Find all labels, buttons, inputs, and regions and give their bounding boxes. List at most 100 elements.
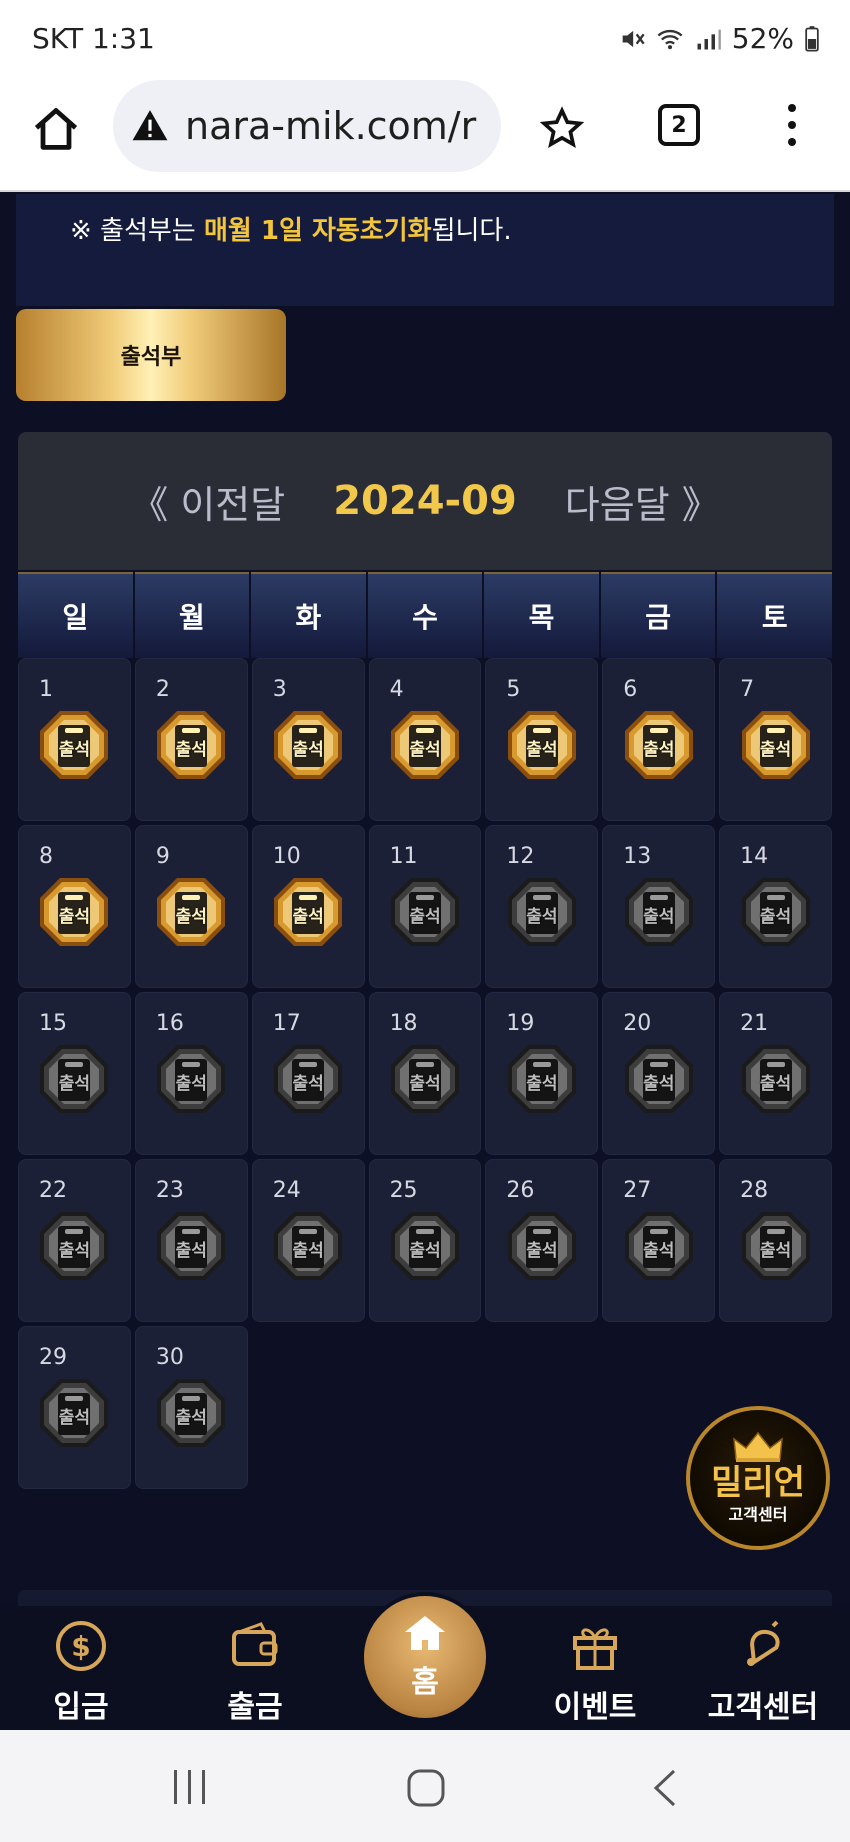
browser-home-icon[interactable]	[30, 104, 82, 156]
day-number: 2	[155, 677, 170, 702]
nav-support-label: 고객센터	[707, 1690, 819, 1725]
address-bar[interactable]: nara-mik.com/r	[113, 80, 501, 172]
attendance-stamp-grey-icon: 출석	[740, 876, 812, 948]
calendar-day-cell: 19 출석	[485, 992, 599, 1155]
notice-text: ※ 출석부는 매월 1일 자동초기화됩니다.	[70, 210, 512, 247]
attendance-badge-label: 출석	[526, 1241, 558, 1261]
calendar-header: 《 이전달 2024-09 다음달 》	[18, 432, 832, 570]
attendance-stamp-grey-icon: 출석	[740, 1210, 812, 1282]
calendar-day-cell: 3 출석	[251, 658, 365, 821]
overflow-menu-icon[interactable]	[786, 104, 798, 150]
attendance-badge-label: 출석	[643, 1074, 675, 1094]
attendance-stamp-gold-icon: 출석	[506, 709, 578, 781]
android-home-icon[interactable]	[406, 1768, 446, 1808]
day-number: 25	[389, 1178, 418, 1203]
prev-month-link[interactable]: 《 이전달	[130, 474, 285, 529]
million-support-button[interactable]: 밀리언 고객센터	[686, 1406, 830, 1550]
wifi-icon	[657, 29, 683, 49]
calendar-day-cell: 26 출석	[485, 1159, 599, 1322]
attendance-stamp-gold-icon: 출석	[272, 709, 344, 781]
next-month-link[interactable]: 다음달 》	[565, 474, 720, 529]
battery-icon	[805, 25, 819, 52]
battery-percent: 52%	[731, 22, 794, 55]
calendar-day-cell: 25 출석	[368, 1159, 482, 1322]
mute-icon	[622, 30, 645, 47]
attendance-badge-label: 출석	[58, 1408, 91, 1428]
day-number: 5	[506, 677, 521, 702]
nav-withdraw[interactable]: 출금	[180, 1618, 330, 1726]
million-logo-title: 밀리언	[711, 1463, 805, 1503]
nav-home-label: 홈	[411, 1665, 439, 1700]
attendance-stamp-grey-icon: 출석	[38, 1210, 110, 1282]
attendance-badge-label: 출석	[759, 740, 792, 760]
day-number: 24	[272, 1178, 301, 1203]
signal-icon	[697, 29, 721, 49]
weekday-thu: 목	[484, 572, 599, 658]
day-number: 4	[389, 677, 404, 702]
calendar-grid: 1 출석 2 출석 3 출석 4 출석 5 출석 6 출석 7 출석 8 출석 9 출석 10 출석 11 출석 12 출석 1…	[18, 658, 832, 1489]
attendance-stamp-grey-icon: 출석	[38, 1043, 110, 1115]
attendance-stamp-gold-icon: 출석	[389, 709, 461, 781]
bookmark-star-icon[interactable]	[540, 106, 584, 150]
nav-deposit[interactable]: $ 입금	[6, 1618, 156, 1726]
status-icons: 52%	[618, 22, 820, 55]
attendance-badge-label: 출석	[292, 1074, 324, 1094]
calendar-day-cell: 23 출석	[134, 1159, 248, 1322]
calendar-day-cell: 20 출석	[602, 992, 716, 1155]
day-number: 6	[623, 677, 638, 702]
day-number: 21	[740, 1011, 769, 1036]
attendance-badge-label: 출석	[759, 907, 792, 927]
calendar-day-cell: 2 출석	[134, 658, 248, 821]
calendar-day-cell: 22 출석	[18, 1159, 131, 1322]
calendar-day-cell: 10 출석	[251, 825, 365, 988]
attendance-stamp-grey-icon: 출석	[155, 1043, 227, 1115]
attendance-badge-label: 출석	[409, 1241, 441, 1261]
calendar-day-cell: 27 출석	[602, 1159, 716, 1322]
attendance-badge-label: 출석	[175, 907, 207, 927]
weekday-sat: 토	[717, 572, 832, 658]
attendance-stamp-gold-icon: 출석	[155, 709, 227, 781]
wallet-icon	[232, 1622, 278, 1666]
attendance-stamp-gold-icon: 출석	[38, 876, 110, 948]
gift-icon	[573, 1628, 617, 1670]
nav-support[interactable]: 고객센터	[688, 1618, 838, 1726]
day-number: 7	[740, 677, 755, 702]
day-number: 23	[155, 1178, 184, 1203]
nav-deposit-label: 입금	[53, 1690, 109, 1725]
attendance-badge-label: 출석	[526, 907, 558, 927]
nav-event[interactable]: 이벤트	[520, 1618, 670, 1726]
attendance-badge-label: 출석	[643, 1241, 675, 1261]
day-number: 14	[740, 844, 769, 869]
attendance-stamp-gold-icon: 출석	[623, 709, 695, 781]
coin-dollar-icon: $	[56, 1621, 106, 1671]
calendar-day-cell: 16 출석	[134, 992, 248, 1155]
day-number: 12	[506, 844, 535, 869]
calendar-day-cell: 12 출석	[485, 825, 599, 988]
calendar-day-cell: 15 출석	[18, 992, 131, 1155]
tab-switcher-button[interactable]: 2	[658, 104, 700, 146]
attendance-tab-button[interactable]: 출석부	[16, 309, 286, 401]
calendar-day-cell: 30 출석	[134, 1326, 248, 1489]
bottom-navigation: $ 입금 출금 홈 이벤트 고객센터	[0, 1592, 850, 1730]
attendance-badge-label: 출석	[759, 1074, 792, 1094]
attendance-stamp-gold-icon: 출석	[38, 709, 110, 781]
calendar-day-cell: 9 출석	[134, 825, 248, 988]
attendance-stamp-grey-icon: 출석	[506, 1210, 578, 1282]
back-icon[interactable]	[650, 1768, 680, 1808]
calendar-day-cell: 6 출석	[602, 658, 716, 821]
current-month: 2024-09	[333, 478, 517, 524]
house-icon	[405, 1616, 445, 1650]
recent-apps-icon[interactable]	[170, 1768, 210, 1806]
attendance-stamp-grey-icon: 출석	[389, 1210, 461, 1282]
day-number: 3	[272, 677, 287, 702]
attendance-badge-label: 출석	[526, 740, 558, 760]
attendance-badge-label: 출석	[175, 1241, 207, 1261]
day-number: 20	[623, 1011, 652, 1036]
attendance-stamp-grey-icon: 출석	[506, 876, 578, 948]
attendance-stamp-grey-icon: 출석	[155, 1210, 227, 1282]
attendance-stamp-grey-icon: 출석	[623, 1043, 695, 1115]
url-text: nara-mik.com/r	[185, 104, 477, 148]
attendance-stamp-grey-icon: 출석	[389, 1043, 461, 1115]
day-number: 18	[389, 1011, 418, 1036]
nav-home-button[interactable]: 홈	[360, 1592, 490, 1722]
